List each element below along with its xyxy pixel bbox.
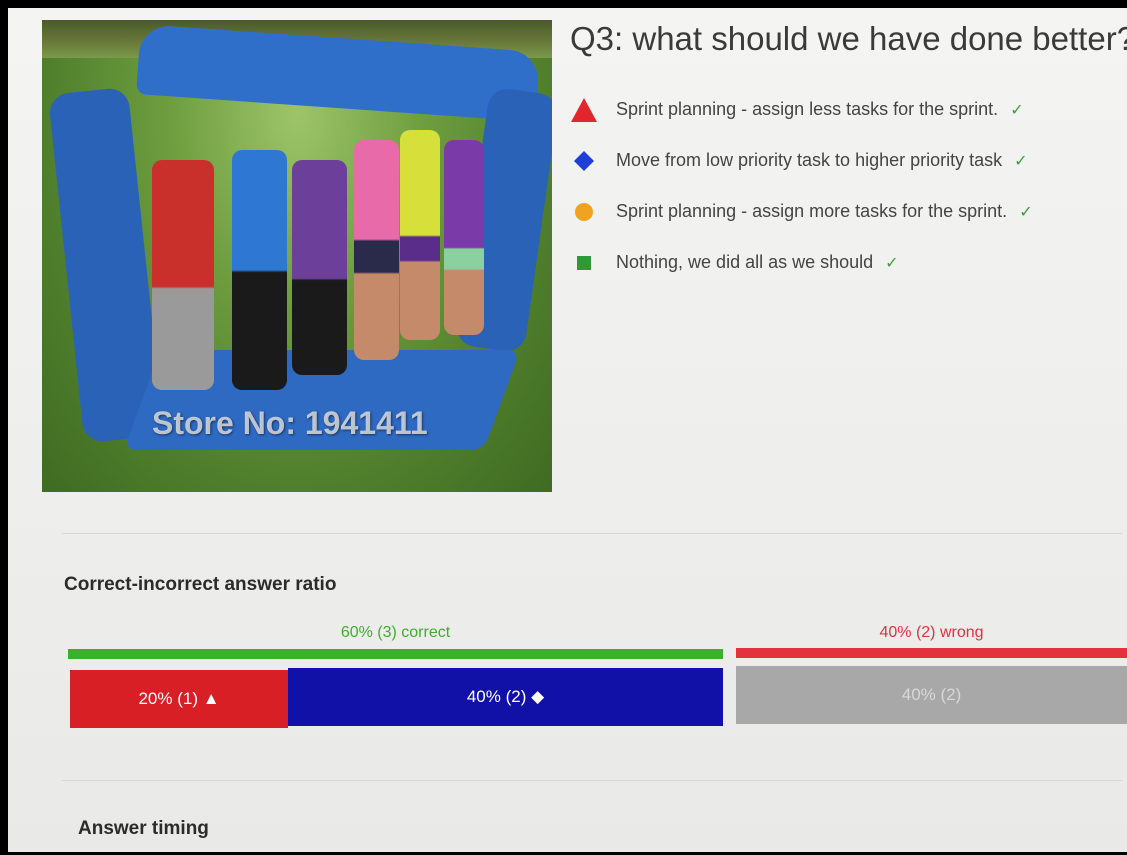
answer-item: Nothing, we did all as we should ✓ [570, 237, 1110, 288]
wrong-bar [736, 648, 1127, 658]
square-icon [570, 249, 598, 277]
segment-label: 40% (2) ◆ [466, 687, 545, 706]
segment-triangle: 20% (1) ▲ [70, 670, 288, 728]
answer-text: Sprint planning - assign less tasks for … [616, 99, 999, 119]
answer-item: Sprint planning - assign more tasks for … [570, 186, 1110, 237]
segment-label: 20% (1) ▲ [138, 689, 220, 708]
wrong-label: 40% (2) wrong [879, 624, 984, 641]
segment-label: 40% (2) [901, 685, 962, 704]
answer-list: Sprint planning - assign less tasks for … [570, 84, 1110, 288]
circle-icon [570, 198, 598, 226]
correct-label: 60% (3) correct [340, 624, 451, 641]
ratio-section-title: Correct-incorrect answer ratio [64, 574, 337, 595]
check-icon: ✓ [1019, 203, 1033, 221]
kid-red [152, 160, 214, 390]
segment-unanswered: 40% (2) [736, 666, 1127, 724]
diamond-icon [570, 147, 598, 175]
question-image: Store No: 1941411 [42, 20, 552, 492]
correct-bar [68, 649, 723, 659]
segment-diamond: 40% (2) ◆ [288, 668, 723, 726]
divider [62, 533, 1122, 534]
answer-text: Nothing, we did all as we should [616, 252, 874, 272]
kid-purple [292, 160, 347, 375]
timing-section-title: Answer timing [78, 818, 209, 839]
answer-text: Move from low priority task to higher pr… [616, 150, 1003, 170]
check-icon: ✓ [1010, 101, 1024, 119]
answer-text: Sprint planning - assign more tasks for … [616, 201, 1008, 221]
check-icon: ✓ [1014, 152, 1028, 170]
answer-item: Move from low priority task to higher pr… [570, 135, 1110, 186]
divider [62, 780, 1122, 781]
screen: Store No: 1941411 Q3: what should we hav… [8, 8, 1127, 852]
kid-pink [354, 140, 399, 360]
check-icon: ✓ [885, 254, 899, 272]
kid-blue [232, 150, 287, 390]
image-watermark: Store No: 1941411 [152, 405, 428, 441]
answer-item: Sprint planning - assign less tasks for … [570, 84, 1110, 135]
kid-violet [444, 140, 484, 335]
question-title: Q3: what should we have done better? [570, 20, 1127, 57]
triangle-icon [570, 96, 598, 124]
kid-yellow [400, 130, 440, 340]
